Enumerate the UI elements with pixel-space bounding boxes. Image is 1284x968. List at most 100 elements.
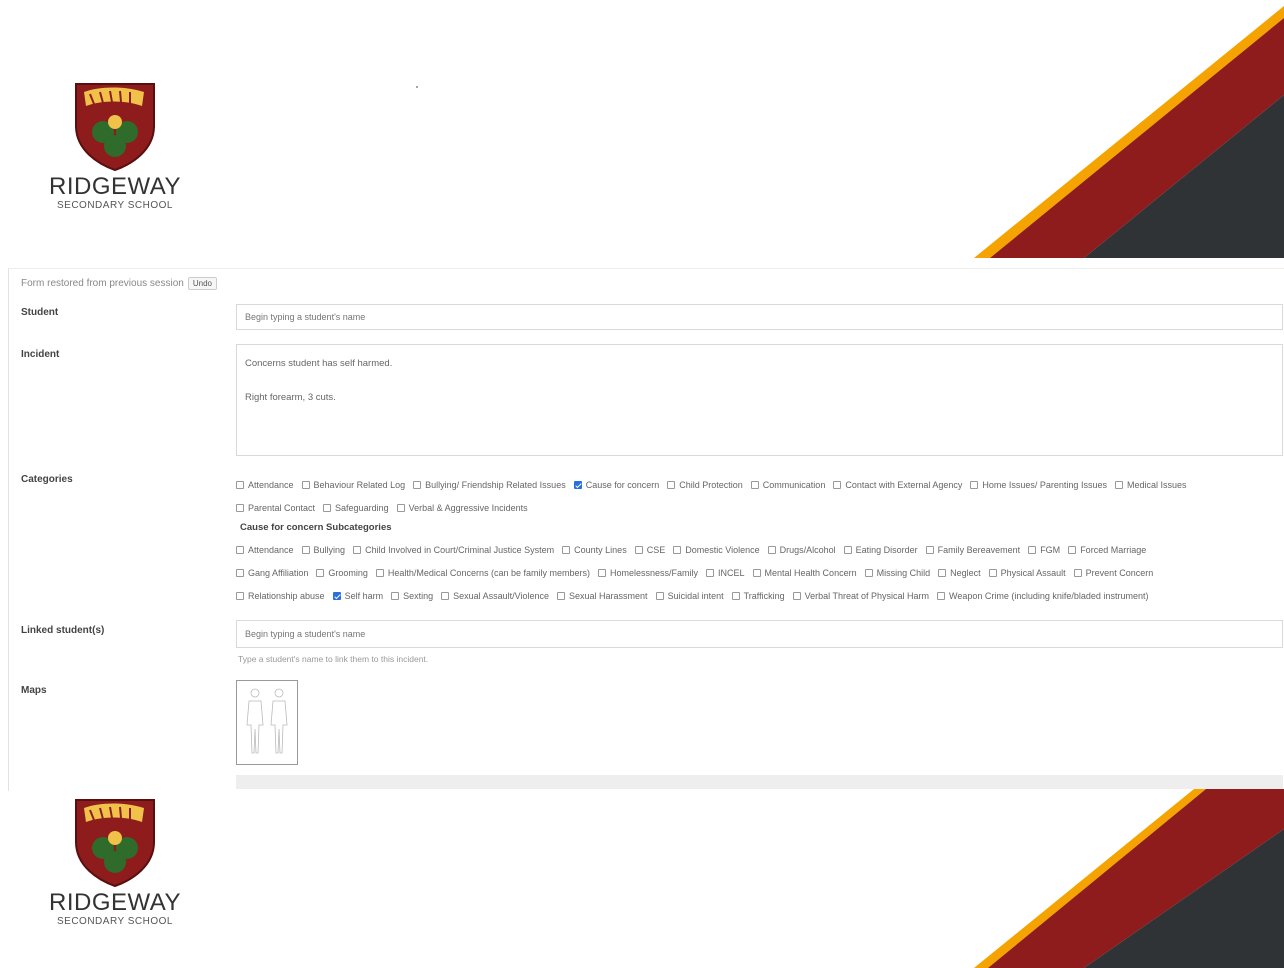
checkbox-weapon-crime-including-knife-bladed-instrument[interactable]: Weapon Crime (including knife/bladed ins…: [937, 591, 1148, 601]
checkbox-label: Drugs/Alcohol: [779, 545, 836, 555]
checkbox-unchecked-icon[interactable]: [937, 592, 946, 600]
checkbox-label: Verbal & Aggressive Incidents: [408, 503, 528, 513]
checkbox-unchecked-icon[interactable]: [236, 592, 244, 600]
checkbox-unchecked-icon[interactable]: [667, 481, 676, 489]
body-map-thumbnail[interactable]: [236, 680, 298, 765]
checkbox-unchecked-icon[interactable]: [792, 592, 801, 600]
checkbox-unchecked-icon[interactable]: [236, 481, 244, 489]
checkbox-unchecked-icon[interactable]: [731, 592, 740, 600]
checkbox-sexting[interactable]: Sexting: [391, 591, 433, 601]
checkbox-label: Sexting: [403, 591, 434, 601]
checkbox-cause-for-concern[interactable]: Cause for concern: [573, 480, 659, 490]
undo-button[interactable]: Undo: [187, 277, 217, 290]
checkbox-child-involved-in-court-criminal-justice-system[interactable]: Child Involved in Court/Criminal Justice…: [353, 545, 554, 555]
subcategories-title: Cause for concern Subcategories: [240, 522, 392, 533]
checkbox-unchecked-icon[interactable]: [843, 546, 852, 554]
checkbox-unchecked-icon[interactable]: [634, 546, 643, 554]
checkbox-parental-contact[interactable]: Parental Contact: [236, 503, 315, 513]
checkbox-label: Attendance: [248, 480, 294, 490]
checkbox-unchecked-icon[interactable]: [833, 481, 842, 489]
checkbox-neglect[interactable]: Neglect: [938, 568, 981, 578]
checkbox-unchecked-icon[interactable]: [1028, 546, 1037, 554]
checkbox-child-protection[interactable]: Child Protection: [667, 480, 743, 490]
checkbox-relationship-abuse[interactable]: Relationship abuse: [236, 591, 325, 601]
checkbox-communication[interactable]: Communication: [750, 480, 825, 490]
checkbox-unchecked-icon[interactable]: [673, 546, 682, 554]
checkbox-domestic-violence[interactable]: Domestic Violence: [673, 545, 760, 555]
checkbox-unchecked-icon[interactable]: [396, 504, 405, 512]
linked-students-input[interactable]: [236, 620, 1283, 648]
checkbox-unchecked-icon[interactable]: [750, 481, 759, 489]
checkbox-health-medical-concerns-can-be-family-members[interactable]: Health/Medical Concerns (can be family m…: [375, 568, 590, 578]
checkbox-unchecked-icon[interactable]: [655, 592, 664, 600]
checkbox-unchecked-icon[interactable]: [236, 546, 244, 554]
checkbox-attendance[interactable]: Attendance: [236, 545, 294, 555]
checkbox-fgm[interactable]: FGM: [1028, 545, 1060, 555]
checkbox-unchecked-icon[interactable]: [970, 481, 979, 489]
checkbox-unchecked-icon[interactable]: [706, 569, 715, 577]
checkbox-bullying-friendship-related-issues[interactable]: Bullying/ Friendship Related Issues: [413, 480, 566, 490]
checkbox-unchecked-icon[interactable]: [375, 569, 384, 577]
checkbox-unchecked-icon[interactable]: [1068, 546, 1077, 554]
checkbox-sexual-assault-violence[interactable]: Sexual Assault/Violence: [441, 591, 549, 601]
checkbox-county-lines[interactable]: County Lines: [562, 545, 627, 555]
checkbox-incel[interactable]: INCEL: [706, 568, 745, 578]
student-input[interactable]: [236, 304, 1283, 330]
checkbox-verbal-aggressive-incidents[interactable]: Verbal & Aggressive Incidents: [396, 503, 528, 513]
school-logo-top: RIDGEWAY SECONDARY SCHOOL: [30, 80, 200, 212]
checkbox-unchecked-icon[interactable]: [864, 569, 873, 577]
checkbox-medical-issues[interactable]: Medical Issues: [1114, 480, 1186, 490]
checkbox-eating-disorder[interactable]: Eating Disorder: [843, 545, 918, 555]
checkbox-unchecked-icon[interactable]: [301, 546, 310, 554]
checkbox-missing-child[interactable]: Missing Child: [864, 568, 930, 578]
checkbox-unchecked-icon[interactable]: [301, 481, 310, 489]
checkbox-cse[interactable]: CSE: [634, 545, 666, 555]
checkbox-checked-icon[interactable]: [332, 592, 341, 600]
checkbox-suicidal-intent[interactable]: Suicidal intent: [655, 591, 724, 601]
checkbox-grooming[interactable]: Grooming: [316, 568, 368, 578]
checkbox-unchecked-icon[interactable]: [597, 569, 606, 577]
checkbox-safeguarding[interactable]: Safeguarding: [323, 503, 389, 513]
categories-row-1: Attendance Behaviour Related Log Bullying/…: [236, 480, 1281, 491]
checkbox-physical-assault[interactable]: Physical Assault: [988, 568, 1066, 578]
checkbox-unchecked-icon[interactable]: [752, 569, 761, 577]
checkbox-unchecked-icon[interactable]: [557, 592, 566, 600]
checkbox-checked-icon[interactable]: [573, 481, 582, 489]
checkbox-unchecked-icon[interactable]: [413, 481, 422, 489]
checkbox-unchecked-icon[interactable]: [391, 592, 400, 600]
checkbox-attendance[interactable]: Attendance: [236, 480, 294, 490]
checkbox-label: Prevent Concern: [1085, 568, 1154, 578]
checkbox-unchecked-icon[interactable]: [1073, 569, 1082, 577]
checkbox-unchecked-icon[interactable]: [441, 592, 450, 600]
checkbox-unchecked-icon[interactable]: [1114, 481, 1123, 489]
checkbox-family-bereavement[interactable]: Family Bereavement: [925, 545, 1020, 555]
checkbox-mental-health-concern[interactable]: Mental Health Concern: [752, 568, 857, 578]
incident-textarea[interactable]: [236, 344, 1283, 456]
school-name: RIDGEWAY: [48, 173, 181, 200]
checkbox-unchecked-icon[interactable]: [236, 569, 244, 577]
checkbox-verbal-threat-of-physical-harm[interactable]: Verbal Threat of Physical Harm: [792, 591, 929, 601]
checkbox-home-issues-parenting-issues[interactable]: Home Issues/ Parenting Issues: [970, 480, 1107, 490]
checkbox-gang-affiliation[interactable]: Gang Affiliation: [236, 568, 308, 578]
checkbox-bullying[interactable]: Bullying: [301, 545, 345, 555]
checkbox-unchecked-icon[interactable]: [323, 504, 332, 512]
checkbox-trafficking[interactable]: Trafficking: [731, 591, 785, 601]
checkbox-unchecked-icon[interactable]: [562, 546, 571, 554]
checkbox-unchecked-icon[interactable]: [767, 546, 776, 554]
checkbox-unchecked-icon[interactable]: [353, 546, 362, 554]
checkbox-unchecked-icon[interactable]: [236, 504, 244, 512]
checkbox-prevent-concern[interactable]: Prevent Concern: [1073, 568, 1154, 578]
checkbox-label: CSE: [646, 545, 666, 555]
checkbox-label: Eating Disorder: [855, 545, 918, 555]
checkbox-homelessness-family[interactable]: Homelessness/Family: [597, 568, 698, 578]
checkbox-unchecked-icon[interactable]: [316, 569, 325, 577]
checkbox-drugs-alcohol[interactable]: Drugs/Alcohol: [767, 545, 836, 555]
checkbox-forced-marriage[interactable]: Forced Marriage: [1068, 545, 1146, 555]
checkbox-contact-with-external-agency[interactable]: Contact with External Agency: [833, 480, 962, 490]
checkbox-self-harm[interactable]: Self harm: [332, 591, 383, 601]
checkbox-behaviour-related-log[interactable]: Behaviour Related Log: [301, 480, 405, 490]
checkbox-unchecked-icon[interactable]: [925, 546, 934, 554]
checkbox-unchecked-icon[interactable]: [938, 569, 947, 577]
checkbox-unchecked-icon[interactable]: [988, 569, 997, 577]
checkbox-sexual-harassment[interactable]: Sexual Harassment: [557, 591, 648, 601]
